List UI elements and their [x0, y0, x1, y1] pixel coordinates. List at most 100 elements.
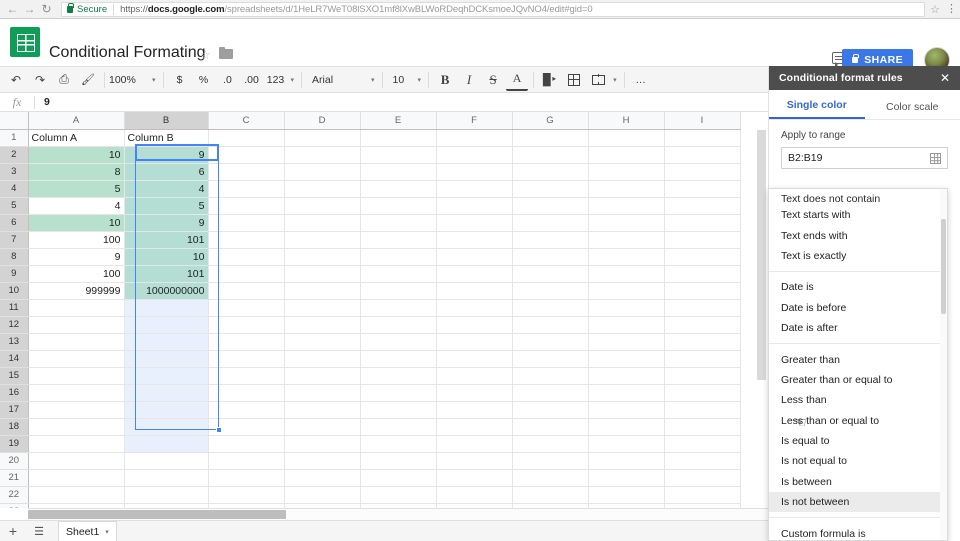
- cell-g7[interactable]: [512, 231, 589, 249]
- cell-e18[interactable]: [360, 418, 437, 436]
- row-header-18[interactable]: 18: [0, 418, 29, 436]
- cell-i3[interactable]: [664, 163, 741, 181]
- row-header-21[interactable]: 21: [0, 469, 29, 487]
- cell-g21[interactable]: [512, 469, 589, 487]
- cell-a13[interactable]: [28, 333, 125, 351]
- dropdown-item-is-between[interactable]: Is between: [769, 472, 947, 492]
- cell-f2[interactable]: [436, 146, 513, 164]
- cell-b9[interactable]: 101: [124, 265, 209, 283]
- vertical-scrollbar-thumb[interactable]: [757, 130, 766, 380]
- fill-bucket-icon[interactable]: █‣: [539, 69, 561, 91]
- dropdown-item-text-is-exactly[interactable]: Text is exactly: [769, 246, 947, 266]
- cell-e12[interactable]: [360, 316, 437, 334]
- cell-b7[interactable]: 101: [124, 231, 209, 249]
- cell-c7[interactable]: [208, 231, 285, 249]
- cell-f4[interactable]: [436, 180, 513, 198]
- cell-c1[interactable]: [208, 129, 285, 147]
- col-header-a[interactable]: A: [28, 112, 125, 130]
- cell-d22[interactable]: [284, 486, 361, 504]
- tab-single-color[interactable]: Single color: [769, 99, 865, 119]
- address-bar[interactable]: Secure https://docs.google.com/spreadshe…: [61, 1, 926, 17]
- cell-c18[interactable]: [208, 418, 285, 436]
- cell-h22[interactable]: [588, 486, 665, 504]
- cell-a17[interactable]: [28, 401, 125, 419]
- undo-icon[interactable]: ↶: [5, 69, 27, 91]
- forward-button[interactable]: →: [21, 1, 38, 18]
- cell-c5[interactable]: [208, 197, 285, 215]
- cell-d4[interactable]: [284, 180, 361, 198]
- cell-b14[interactable]: [124, 350, 209, 368]
- sheet-tab-sheet1[interactable]: Sheet1 ▾: [58, 521, 117, 541]
- cell-b2[interactable]: 9: [124, 146, 209, 164]
- cell-g11[interactable]: [512, 299, 589, 317]
- cell-b13[interactable]: [124, 333, 209, 351]
- cell-g14[interactable]: [512, 350, 589, 368]
- back-button[interactable]: ←: [4, 1, 21, 18]
- cell-g9[interactable]: [512, 265, 589, 283]
- cell-b6[interactable]: 9: [124, 214, 209, 232]
- cell-a8[interactable]: 9: [28, 248, 125, 266]
- cell-c21[interactable]: [208, 469, 285, 487]
- google-sheets-logo-icon[interactable]: [10, 27, 40, 57]
- text-color-button[interactable]: A: [506, 69, 529, 91]
- cell-h7[interactable]: [588, 231, 665, 249]
- cell-b11[interactable]: [124, 299, 209, 317]
- number-format-button[interactable]: 123: [265, 69, 287, 91]
- cell-a14[interactable]: [28, 350, 125, 368]
- cell-h4[interactable]: [588, 180, 665, 198]
- chevron-down-icon[interactable]: ▾: [291, 76, 295, 84]
- plus-icon[interactable]: +: [0, 523, 26, 539]
- cell-i14[interactable]: [664, 350, 741, 368]
- cell-c22[interactable]: [208, 486, 285, 504]
- cell-i13[interactable]: [664, 333, 741, 351]
- cell-d5[interactable]: [284, 197, 361, 215]
- toolbar-group-zoom[interactable]: 100% ▾: [105, 67, 163, 92]
- cell-a4[interactable]: 5: [28, 180, 125, 198]
- row-header-14[interactable]: 14: [0, 350, 29, 368]
- cell-a22[interactable]: [28, 486, 125, 504]
- cell-f18[interactable]: [436, 418, 513, 436]
- cell-c19[interactable]: [208, 435, 285, 453]
- cell-c13[interactable]: [208, 333, 285, 351]
- cell-i5[interactable]: [664, 197, 741, 215]
- cell-b12[interactable]: [124, 316, 209, 334]
- cell-a16[interactable]: [28, 384, 125, 402]
- cell-f15[interactable]: [436, 367, 513, 385]
- cell-d2[interactable]: [284, 146, 361, 164]
- tab-color-scale[interactable]: Color scale: [865, 101, 960, 119]
- row-header-13[interactable]: 13: [0, 333, 29, 351]
- cell-f11[interactable]: [436, 299, 513, 317]
- cell-h16[interactable]: [588, 384, 665, 402]
- cell-g15[interactable]: [512, 367, 589, 385]
- cell-e11[interactable]: [360, 299, 437, 317]
- col-header-b[interactable]: B: [124, 112, 209, 130]
- row-header-2[interactable]: 2: [0, 146, 29, 164]
- cell-h1[interactable]: [588, 129, 665, 147]
- merge-cells-icon[interactable]: [587, 69, 609, 91]
- row-header-9[interactable]: 9: [0, 265, 29, 283]
- cell-e3[interactable]: [360, 163, 437, 181]
- cell-h20[interactable]: [588, 452, 665, 470]
- font-family-value[interactable]: Arial: [306, 74, 368, 86]
- dropdown-item-date-is-after[interactable]: Date is after: [769, 318, 947, 338]
- col-header-i[interactable]: I: [664, 112, 741, 130]
- cell-h10[interactable]: [588, 282, 665, 300]
- cell-e6[interactable]: [360, 214, 437, 232]
- cell-g17[interactable]: [512, 401, 589, 419]
- cell-e20[interactable]: [360, 452, 437, 470]
- cell-e15[interactable]: [360, 367, 437, 385]
- cell-a6[interactable]: 10: [28, 214, 125, 232]
- cell-a10[interactable]: 999999: [28, 282, 125, 300]
- cell-f9[interactable]: [436, 265, 513, 283]
- cell-i17[interactable]: [664, 401, 741, 419]
- toolbar-group-font[interactable]: Arial ▾: [302, 67, 382, 92]
- cell-a15[interactable]: [28, 367, 125, 385]
- cell-i18[interactable]: [664, 418, 741, 436]
- cell-g16[interactable]: [512, 384, 589, 402]
- cell-c8[interactable]: [208, 248, 285, 266]
- dropdown-scrollbar-thumb[interactable]: [941, 219, 946, 314]
- spreadsheet-grid[interactable]: A B C D E F G H I 1 Column A Column B 2: [0, 112, 768, 508]
- cell-a18[interactable]: [28, 418, 125, 436]
- cell-h2[interactable]: [588, 146, 665, 164]
- cell-f20[interactable]: [436, 452, 513, 470]
